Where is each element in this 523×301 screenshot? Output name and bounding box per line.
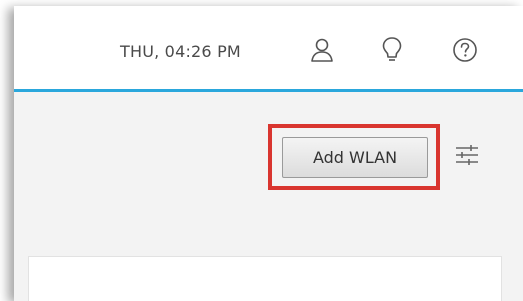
wlan-list-card [28, 256, 502, 301]
datetime-display: THU, 04:26 PM [120, 42, 241, 61]
add-wlan-button[interactable]: Add WLAN [282, 137, 428, 178]
top-header-bar: THU, 04:26 PM [14, 6, 523, 92]
user-button[interactable] [308, 36, 336, 64]
user-icon [309, 37, 335, 63]
help-button[interactable] [451, 36, 479, 64]
app-window: THU, 04:26 PM Add WLAN [14, 6, 523, 301]
help-icon [452, 37, 478, 63]
sliders-icon [455, 144, 479, 170]
tips-button[interactable] [378, 36, 406, 64]
screenshot-stage: THU, 04:26 PM Add WLAN [0, 0, 523, 301]
lightbulb-icon [381, 36, 403, 64]
wlan-toolbar: Add WLAN [14, 92, 523, 252]
filter-settings-button[interactable] [454, 144, 480, 170]
